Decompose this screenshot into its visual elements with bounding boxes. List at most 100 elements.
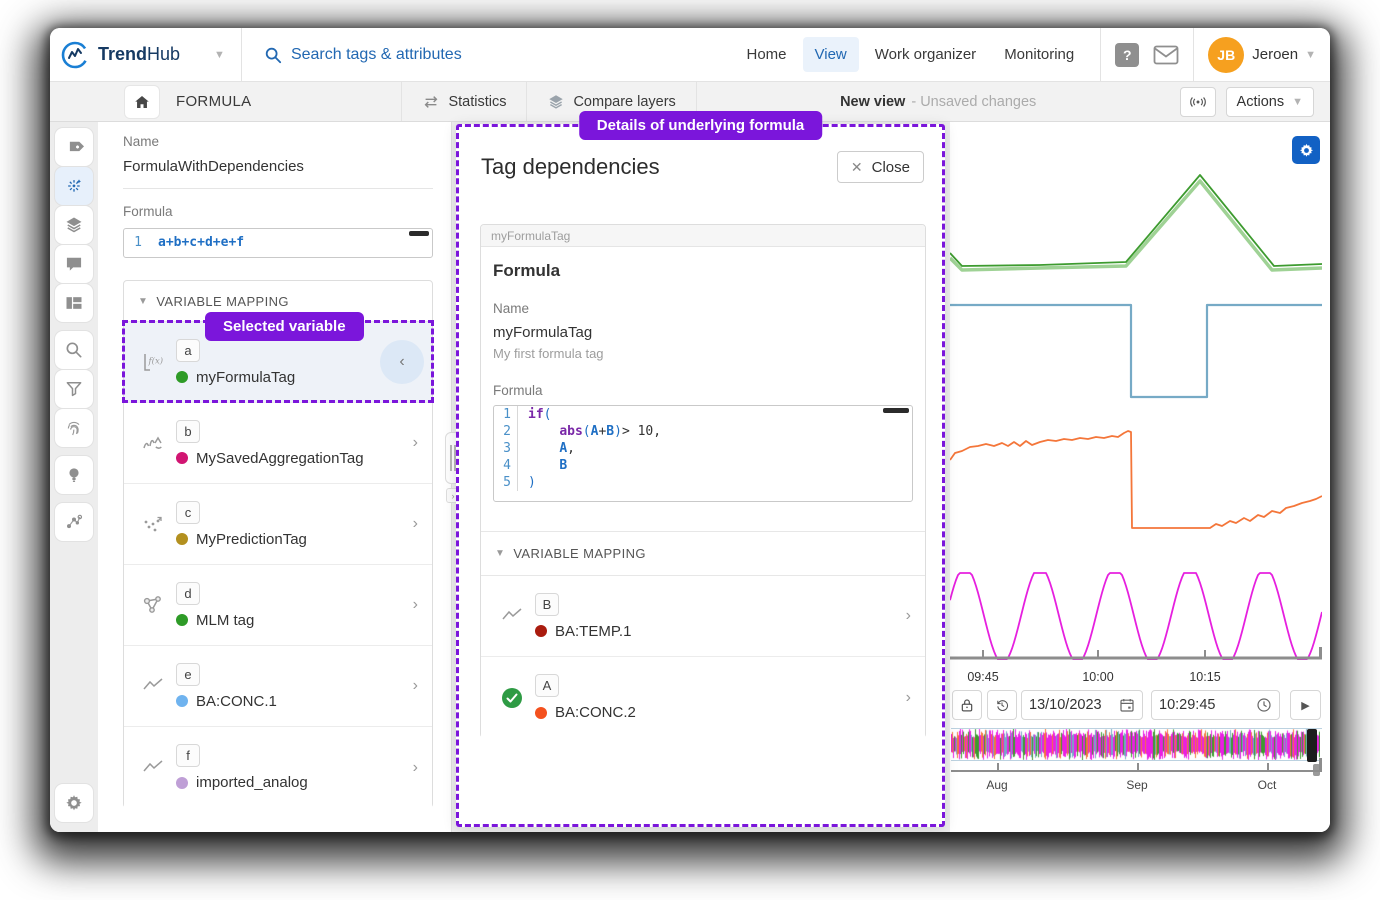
trend-chart[interactable] bbox=[950, 140, 1322, 660]
trend-icon bbox=[499, 603, 525, 629]
variable-letter-badge: a bbox=[176, 339, 200, 362]
close-icon: ✕ bbox=[851, 159, 863, 176]
home-button[interactable] bbox=[124, 85, 160, 119]
chevron-right-icon[interactable]: › bbox=[413, 596, 418, 614]
variable-row[interactable]: b MySavedAggregationTag › bbox=[124, 403, 432, 484]
page-title: FORMULA bbox=[176, 93, 251, 110]
formula-label: Formula bbox=[493, 383, 543, 398]
layers-icon bbox=[64, 215, 84, 235]
chevron-right-icon[interactable]: › bbox=[906, 607, 911, 625]
sidebar-item-suggestions[interactable] bbox=[54, 455, 94, 495]
variable-row[interactable]: c MyPredictionTag › bbox=[124, 484, 432, 565]
variable-letter-badge: d bbox=[176, 582, 200, 605]
chevron-right-icon[interactable]: › bbox=[413, 434, 418, 452]
swap-arrows-icon bbox=[422, 95, 440, 109]
sidebar-item-relations[interactable] bbox=[54, 502, 94, 542]
formula-panel: Name FormulaWithDependencies Formula 1a+… bbox=[98, 122, 452, 832]
nav-links: Home View Work organizer Monitoring bbox=[734, 37, 1086, 72]
time-field[interactable]: 10:29:45 bbox=[1151, 690, 1280, 720]
help-icon[interactable]: ? bbox=[1115, 43, 1139, 67]
prediction-icon bbox=[140, 511, 166, 537]
actions-button[interactable]: Actions ▼ bbox=[1226, 87, 1314, 117]
annotation-details-of-formula: Details of underlying formula bbox=[579, 111, 823, 140]
variable-row[interactable]: e BA:CONC.1 › bbox=[124, 646, 432, 727]
chevron-right-icon[interactable]: › bbox=[413, 677, 418, 695]
lock-timerange-button[interactable] bbox=[952, 690, 982, 720]
nav-link-home[interactable]: Home bbox=[734, 37, 798, 72]
scrollbar-thumb[interactable] bbox=[409, 231, 429, 236]
gear-icon bbox=[1298, 142, 1315, 159]
dependency-formula-editor[interactable]: 1if(2 abs(A+B)> 10,3 A,4 B5) bbox=[493, 405, 913, 502]
tag-name: MLM tag bbox=[196, 612, 254, 629]
sidebar-item-formulas[interactable] bbox=[54, 166, 94, 206]
close-button[interactable]: ✕ Close bbox=[837, 151, 924, 183]
annotation-selected-variable: Selected variable bbox=[205, 312, 364, 341]
mail-icon[interactable] bbox=[1153, 45, 1179, 65]
view-title: New view- Unsaved changes bbox=[840, 94, 1036, 110]
overview-month-label: Sep bbox=[1112, 778, 1162, 792]
sidebar-item-filter[interactable] bbox=[54, 369, 94, 409]
divider bbox=[1193, 28, 1194, 82]
collapse-detail-button[interactable]: ‹ bbox=[380, 340, 424, 384]
nav-link-work-organizer[interactable]: Work organizer bbox=[863, 37, 988, 72]
chart-settings-button[interactable] bbox=[1292, 136, 1320, 164]
tag-color-dot bbox=[176, 695, 188, 707]
tag-name: BA:TEMP.1 bbox=[555, 623, 631, 640]
name-label: Name bbox=[493, 301, 529, 316]
group-header: myFormulaTag bbox=[481, 225, 925, 247]
brand-caret-icon[interactable]: ▼ bbox=[214, 49, 225, 61]
variable-mapping-header[interactable]: ▼ VARIABLE MAPPING bbox=[481, 532, 925, 576]
overview-scrubber[interactable] bbox=[951, 728, 1322, 761]
overview-tick bbox=[1137, 763, 1139, 770]
chevron-right-icon[interactable]: › bbox=[413, 759, 418, 777]
tag-color-dot bbox=[176, 371, 188, 383]
brand-name: TrendHub bbox=[98, 44, 180, 65]
global-search[interactable]: Search tags & attributes bbox=[264, 46, 462, 64]
tag-color-dot bbox=[535, 707, 547, 719]
formula-icon bbox=[64, 176, 84, 196]
divider bbox=[1100, 28, 1101, 82]
statistics-button[interactable]: Statistics bbox=[402, 82, 526, 121]
chevron-right-icon[interactable]: › bbox=[906, 689, 911, 707]
variable-row[interactable]: B BA:TEMP.1 › bbox=[481, 576, 925, 657]
mlm-icon bbox=[140, 592, 166, 618]
overview-month-label: Aug bbox=[972, 778, 1022, 792]
formula-editor[interactable]: 1a+b+c+d+e+f bbox=[123, 228, 433, 258]
sidebar-item-search[interactable] bbox=[54, 330, 94, 370]
view-status: - Unsaved changes bbox=[911, 94, 1036, 110]
icon-sidebar bbox=[50, 122, 98, 832]
sidebar-item-layers[interactable] bbox=[54, 205, 94, 245]
brand[interactable]: TrendHub ▼ bbox=[60, 40, 225, 70]
avatar: JB bbox=[1208, 37, 1244, 73]
tag-name: BA:CONC.2 bbox=[555, 704, 636, 721]
name-label: Name bbox=[123, 134, 159, 149]
sidebar-item-settings[interactable] bbox=[54, 783, 94, 823]
variable-row[interactable]: f imported_analog › bbox=[124, 727, 432, 808]
nav-link-view[interactable]: View bbox=[803, 37, 859, 72]
main-area: Name FormulaWithDependencies Formula 1a+… bbox=[50, 122, 1330, 832]
step-forward-button[interactable]: ▶ bbox=[1290, 690, 1321, 720]
chevron-right-icon[interactable]: › bbox=[413, 515, 418, 533]
variable-row[interactable]: A BA:CONC.2 › bbox=[481, 657, 925, 738]
sidebar-item-dashboards[interactable] bbox=[54, 283, 94, 323]
broadcast-button[interactable] bbox=[1180, 87, 1216, 117]
sidebar-item-comments[interactable] bbox=[54, 244, 94, 284]
history-button[interactable] bbox=[987, 690, 1017, 720]
tag-color-dot bbox=[176, 614, 188, 626]
scrubber-handle[interactable] bbox=[1307, 729, 1317, 762]
user-name: Jeroen bbox=[1252, 46, 1298, 63]
variable-row[interactable]: d MLM tag › bbox=[124, 565, 432, 646]
scrollbar-thumb[interactable] bbox=[883, 408, 909, 413]
trend-icon bbox=[140, 755, 166, 781]
sidebar-item-fingerprint[interactable] bbox=[54, 408, 94, 448]
nav-link-monitoring[interactable]: Monitoring bbox=[992, 37, 1086, 72]
lightbulb-icon bbox=[64, 465, 84, 485]
actions-caret-icon: ▼ bbox=[1292, 96, 1303, 108]
tag-color-dot bbox=[176, 533, 188, 545]
sidebar-item-tags[interactable] bbox=[54, 127, 94, 167]
search-placeholder: Search tags & attributes bbox=[291, 46, 462, 64]
overview-tick bbox=[997, 763, 999, 770]
trend-chart-panel: 09:4510:0010:15 13/10/2023 10:29:45 ▶ bbox=[950, 122, 1330, 832]
date-field[interactable]: 13/10/2023 bbox=[1021, 690, 1143, 720]
user-menu[interactable]: JB Jeroen ▼ bbox=[1208, 37, 1316, 73]
